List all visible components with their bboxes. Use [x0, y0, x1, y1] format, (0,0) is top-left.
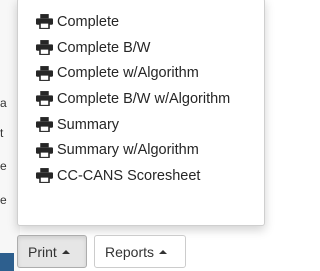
- printer-icon: [36, 65, 53, 81]
- menu-item-complete-bw[interactable]: Complete B/W: [18, 35, 264, 61]
- printer-icon: [36, 91, 53, 107]
- caret-up-icon: [61, 249, 70, 254]
- printer-icon: [36, 117, 53, 133]
- print-dropdown-menu: Complete Complete B/W Complete w/Algorit…: [17, 0, 265, 226]
- background-text-fragment: e: [0, 193, 7, 207]
- menu-item-complete-algorithm[interactable]: Complete w/Algorithm: [18, 60, 264, 86]
- menu-item-label: Complete B/W w/Algorithm: [57, 90, 231, 107]
- menu-item-label: CC-CANS Scoresheet: [57, 167, 201, 184]
- menu-item-summary-algorithm[interactable]: Summary w/Algorithm: [18, 137, 264, 163]
- background-text-fragment: t: [0, 126, 4, 140]
- menu-item-label: Complete B/W: [57, 39, 151, 56]
- menu-item-label: Complete w/Algorithm: [57, 65, 199, 82]
- background-text-fragment: e: [0, 159, 7, 173]
- print-button[interactable]: Print: [17, 235, 87, 268]
- menu-item-label: Summary w/Algorithm: [57, 142, 199, 159]
- printer-icon: [36, 168, 53, 184]
- menu-item-summary[interactable]: Summary: [18, 112, 264, 138]
- menu-item-complete-bw-algorithm[interactable]: Complete B/W w/Algorithm: [18, 86, 264, 112]
- print-button-label: Print: [28, 243, 57, 260]
- menu-item-label: Complete: [57, 13, 120, 30]
- menu-item-complete[interactable]: Complete: [18, 9, 264, 35]
- menu-item-label: Summary: [57, 116, 120, 133]
- caret-up-icon: [159, 249, 168, 254]
- background-accent-bar: [0, 253, 14, 271]
- reports-button-label: Reports: [105, 243, 155, 260]
- menu-item-cc-cans-scoresheet[interactable]: CC-CANS Scoresheet: [18, 163, 264, 189]
- background-text-fragment: a: [0, 96, 7, 110]
- reports-button[interactable]: Reports: [94, 235, 186, 268]
- printer-icon: [36, 142, 53, 158]
- printer-icon: [36, 40, 53, 55]
- printer-icon: [36, 14, 53, 30]
